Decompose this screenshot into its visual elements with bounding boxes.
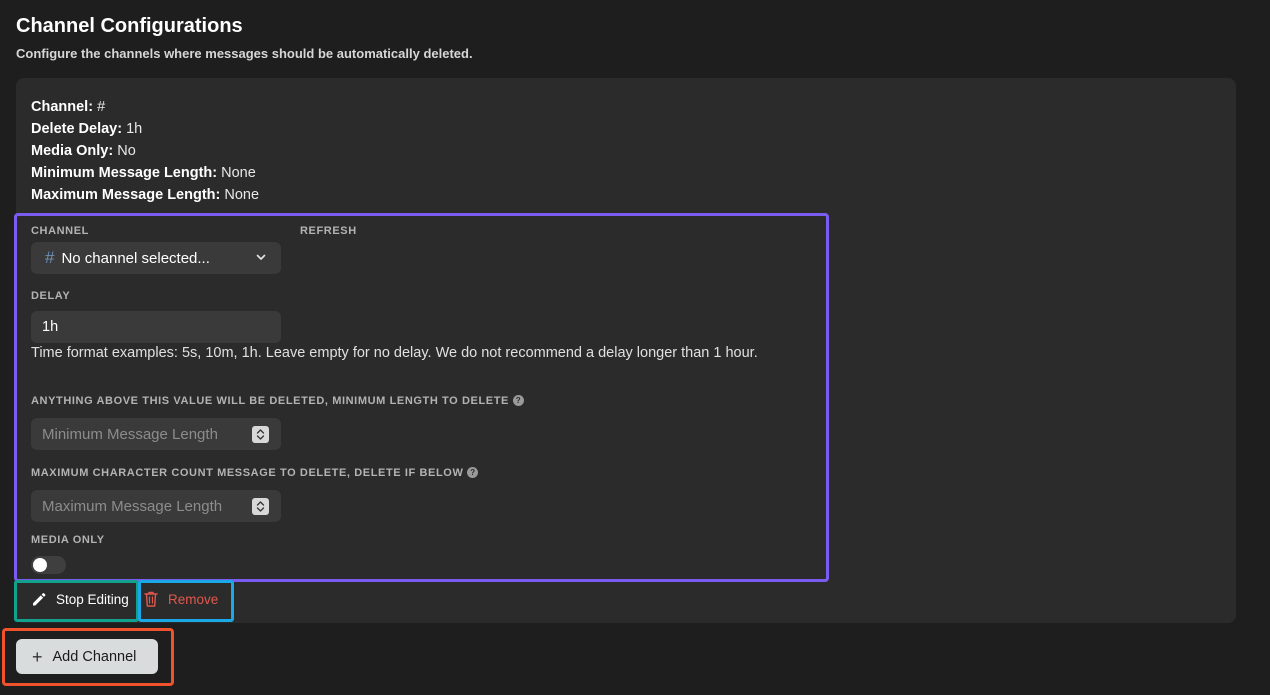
summary-channel: Channel: # [31, 99, 106, 115]
page-subtitle: Configure the channels where messages sh… [16, 46, 473, 61]
stepper-icon[interactable] [252, 426, 269, 443]
channel-label: CHANNEL [31, 225, 89, 237]
pencil-icon [33, 593, 46, 606]
min-length-input[interactable]: Minimum Message Length [31, 418, 281, 450]
stop-editing-button[interactable]: Stop Editing [30, 588, 129, 610]
remove-button[interactable]: Remove [143, 588, 218, 610]
media-only-toggle[interactable] [31, 556, 66, 574]
min-length-placeholder: Minimum Message Length [42, 425, 218, 443]
delay-label: DELAY [31, 290, 71, 302]
channel-select-value: No channel selected... [61, 249, 210, 267]
media-only-label: MEDIA ONLY [31, 534, 105, 546]
max-length-placeholder: Maximum Message Length [42, 497, 223, 515]
max-length-label: MAXIMUM CHARACTER COUNT MESSAGE TO DELET… [31, 467, 479, 479]
summary-delay: Delete Delay: 1h [31, 121, 143, 137]
add-channel-button[interactable]: + Add Channel [16, 639, 158, 674]
summary-max-length: Maximum Message Length: None [31, 187, 260, 203]
hash-icon: # [45, 248, 55, 267]
delay-hint: Time format examples: 5s, 10m, 1h. Leave… [31, 345, 758, 361]
stepper-icon[interactable] [252, 498, 269, 515]
channel-select[interactable]: # No channel selected... [31, 242, 281, 274]
summary-min-length: Minimum Message Length: None [31, 165, 256, 181]
plus-icon: + [32, 646, 43, 667]
help-icon[interactable]: ? [467, 467, 479, 478]
delay-input[interactable]: 1h [31, 311, 281, 343]
max-length-input[interactable]: Maximum Message Length [31, 490, 281, 522]
chevron-down-icon [256, 254, 266, 260]
help-icon[interactable]: ? [512, 395, 524, 406]
toggle-knob [33, 558, 47, 572]
min-length-label: ANYTHING ABOVE THIS VALUE WILL BE DELETE… [31, 395, 524, 407]
refresh-button[interactable]: REFRESH [300, 225, 357, 237]
channel-summary: Channel: # Delete Delay: 1h Media Only: … [31, 96, 259, 206]
trash-icon [144, 591, 158, 607]
summary-media-only: Media Only: No [31, 143, 136, 159]
page-title: Channel Configurations [16, 15, 243, 37]
